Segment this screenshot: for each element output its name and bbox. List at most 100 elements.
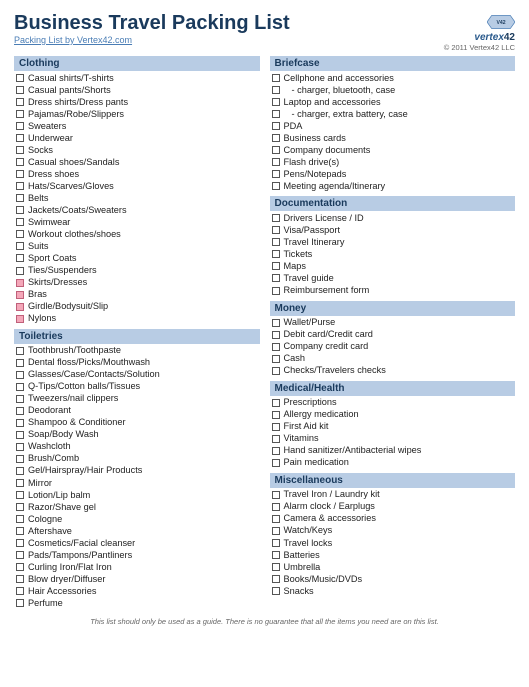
checkbox[interactable] [272,587,280,595]
toiletries-item-10: Brush/Comb [14,453,260,465]
checkbox-pink[interactable] [16,315,24,323]
checkbox[interactable] [16,419,24,427]
medical-item-4: Vitamins [270,433,516,445]
checkbox[interactable] [272,226,280,234]
checkbox[interactable] [16,371,24,379]
checkbox[interactable] [272,423,280,431]
logo-icon: V42 [487,12,515,32]
checkbox[interactable] [272,287,280,295]
checkbox[interactable] [16,395,24,403]
checkbox[interactable] [16,122,24,130]
checkbox[interactable] [16,431,24,439]
checkbox[interactable] [272,355,280,363]
briefcase-item-8: Flash drive(s) [270,156,516,168]
checkbox[interactable] [272,503,280,511]
checkbox[interactable] [272,411,280,419]
checkbox[interactable] [272,575,280,583]
checkbox-pink[interactable] [16,291,24,299]
checkbox[interactable] [272,551,280,559]
logo-copyright: © 2011 Vertex42 LLC [444,43,515,52]
checkbox[interactable] [272,86,280,94]
medical-item-6: Pain medication [270,457,516,469]
checkbox[interactable] [272,274,280,282]
checkbox[interactable] [272,539,280,547]
checkbox[interactable] [16,563,24,571]
section-clothing-header: Clothing [14,56,260,71]
checkbox[interactable] [272,158,280,166]
checkbox[interactable] [16,86,24,94]
checkbox[interactable] [16,407,24,415]
checkbox[interactable] [16,254,24,262]
checkbox[interactable] [16,455,24,463]
checkbox[interactable] [272,214,280,222]
medical-item-1: Prescriptions [270,397,516,409]
checkbox[interactable] [16,479,24,487]
checkbox[interactable] [272,146,280,154]
section-money: Money Wallet/Purse Debit card/Credit car… [270,301,516,377]
misc-item-9: Snacks [270,585,516,597]
svg-text:V42: V42 [496,20,505,26]
checkbox[interactable] [272,435,280,443]
checkbox[interactable] [16,146,24,154]
checkbox[interactable] [16,599,24,607]
checkbox[interactable] [272,110,280,118]
checkbox[interactable] [16,515,24,523]
checkbox[interactable] [16,206,24,214]
checkbox-pink[interactable] [16,279,24,287]
checkbox[interactable] [272,262,280,270]
checkbox[interactable] [16,467,24,475]
checkbox[interactable] [16,98,24,106]
checkbox[interactable] [16,170,24,178]
checkbox[interactable] [16,491,24,499]
checkbox[interactable] [16,347,24,355]
checkbox[interactable] [16,230,24,238]
toiletries-item-1: Toothbrush/Toothpaste [14,345,260,357]
checkbox[interactable] [16,527,24,535]
checkbox-pink[interactable] [16,303,24,311]
briefcase-item-3: Laptop and accessories [270,96,516,108]
checkbox[interactable] [16,182,24,190]
checkbox[interactable] [16,443,24,451]
checkbox[interactable] [16,194,24,202]
checkbox[interactable] [16,359,24,367]
checkbox[interactable] [272,250,280,258]
checkbox[interactable] [16,587,24,595]
checkbox[interactable] [272,399,280,407]
checkbox[interactable] [272,134,280,142]
checkbox[interactable] [272,491,280,499]
money-item-5: Checks/Travelers checks [270,365,516,377]
checkbox[interactable] [272,563,280,571]
checkbox[interactable] [272,459,280,467]
checkbox[interactable] [16,158,24,166]
checkbox[interactable] [16,110,24,118]
checkbox[interactable] [272,447,280,455]
checkbox[interactable] [272,331,280,339]
header-subtitle[interactable]: Packing List by Vertex42.com [14,35,290,45]
checkbox[interactable] [272,343,280,351]
checkbox[interactable] [272,98,280,106]
checkbox[interactable] [16,539,24,547]
checkbox[interactable] [272,170,280,178]
checkbox[interactable] [272,367,280,375]
checkbox[interactable] [16,242,24,250]
checkbox[interactable] [16,218,24,226]
checkbox[interactable] [16,74,24,82]
checkbox[interactable] [16,267,24,275]
checkbox[interactable] [16,503,24,511]
misc-item-4: Watch/Keys [270,525,516,537]
checkbox[interactable] [16,383,24,391]
toiletries-item-8: Soap/Body Wash [14,429,260,441]
money-item-4: Cash [270,353,516,365]
checkbox[interactable] [272,515,280,523]
checkbox[interactable] [272,238,280,246]
checkbox[interactable] [16,551,24,559]
checkbox[interactable] [16,575,24,583]
checkbox[interactable] [272,74,280,82]
checkbox[interactable] [272,319,280,327]
toiletries-item-19: Curling Iron/Flat Iron [14,561,260,573]
checkbox[interactable] [16,134,24,142]
checkbox[interactable] [272,182,280,190]
checkbox[interactable] [272,527,280,535]
section-toiletries-header: Toiletries [14,329,260,344]
checkbox[interactable] [272,122,280,130]
